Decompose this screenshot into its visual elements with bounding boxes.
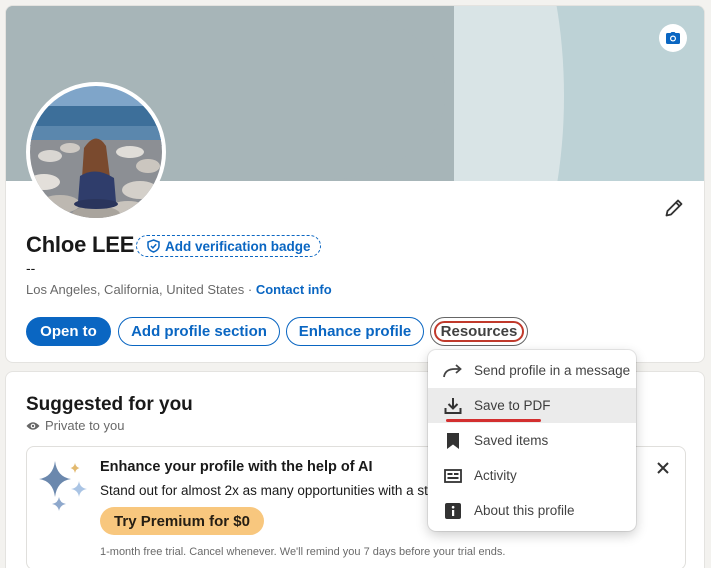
location-separator: · [244, 282, 256, 297]
profile-headline: -- [26, 260, 36, 276]
close-icon [657, 462, 669, 474]
profile-photo[interactable] [26, 82, 166, 222]
resources-label: Resources [440, 323, 518, 340]
privacy-note: Private to you [26, 418, 125, 433]
menu-item-save-pdf[interactable]: Save to PDF [428, 388, 636, 423]
profile-name: Chloe LEE [26, 232, 135, 257]
ai-card-subtitle: Stand out for almost 2x as many opportun… [100, 483, 433, 498]
trial-note: 1-month free trial. Cancel whenever. We'… [100, 546, 506, 558]
download-icon [443, 396, 463, 416]
share-arrow-icon [443, 361, 463, 381]
add-profile-section-button[interactable]: Add profile section [118, 317, 280, 346]
location-text: Los Angeles, California, United States [26, 282, 245, 297]
menu-item-label: Activity [474, 468, 517, 483]
menu-item-label: About this profile [474, 503, 575, 518]
eye-icon [26, 421, 40, 430]
pencil-icon [665, 199, 683, 217]
edit-banner-button[interactable] [659, 24, 687, 52]
dismiss-button[interactable] [654, 459, 672, 477]
verified-shield-icon [147, 239, 160, 253]
verification-label: Add verification badge [165, 238, 311, 254]
avatar-image [30, 86, 162, 218]
menu-item-about-profile[interactable]: About this profile [428, 493, 636, 528]
resources-dropdown-menu: Send profile in a message Save to PDF Sa… [428, 350, 636, 531]
ai-sparkle-icon [39, 461, 87, 511]
menu-item-label: Saved items [474, 433, 549, 448]
add-verification-badge-button[interactable]: Add verification badge [136, 235, 321, 257]
profile-card: Chloe LEE Add verification badge -- Los … [5, 5, 705, 363]
camera-icon [666, 32, 680, 44]
suggested-title: Suggested for you [26, 394, 193, 415]
menu-item-label: Save to PDF [474, 398, 551, 413]
privacy-label: Private to you [45, 418, 125, 433]
profile-location-line: Los Angeles, California, United States ·… [26, 282, 332, 297]
bookmark-icon [443, 431, 463, 451]
try-premium-button[interactable]: Try Premium for $0 [100, 507, 264, 535]
menu-item-label: Send profile in a message [474, 363, 631, 378]
menu-item-activity[interactable]: Activity [428, 458, 636, 493]
open-to-button[interactable]: Open to [26, 317, 111, 346]
save-pdf-underline [446, 419, 541, 422]
menu-item-saved-items[interactable]: Saved items [428, 423, 636, 458]
edit-intro-button[interactable] [662, 196, 686, 220]
contact-info-link[interactable]: Contact info [256, 282, 332, 297]
ai-card-title: Enhance your profile with the help of AI [100, 459, 373, 475]
activity-icon [443, 466, 463, 486]
menu-item-send-profile[interactable]: Send profile in a message [428, 353, 636, 388]
resources-button[interactable]: Resources [430, 317, 528, 346]
enhance-profile-button[interactable]: Enhance profile [286, 317, 424, 346]
info-icon [443, 501, 463, 521]
